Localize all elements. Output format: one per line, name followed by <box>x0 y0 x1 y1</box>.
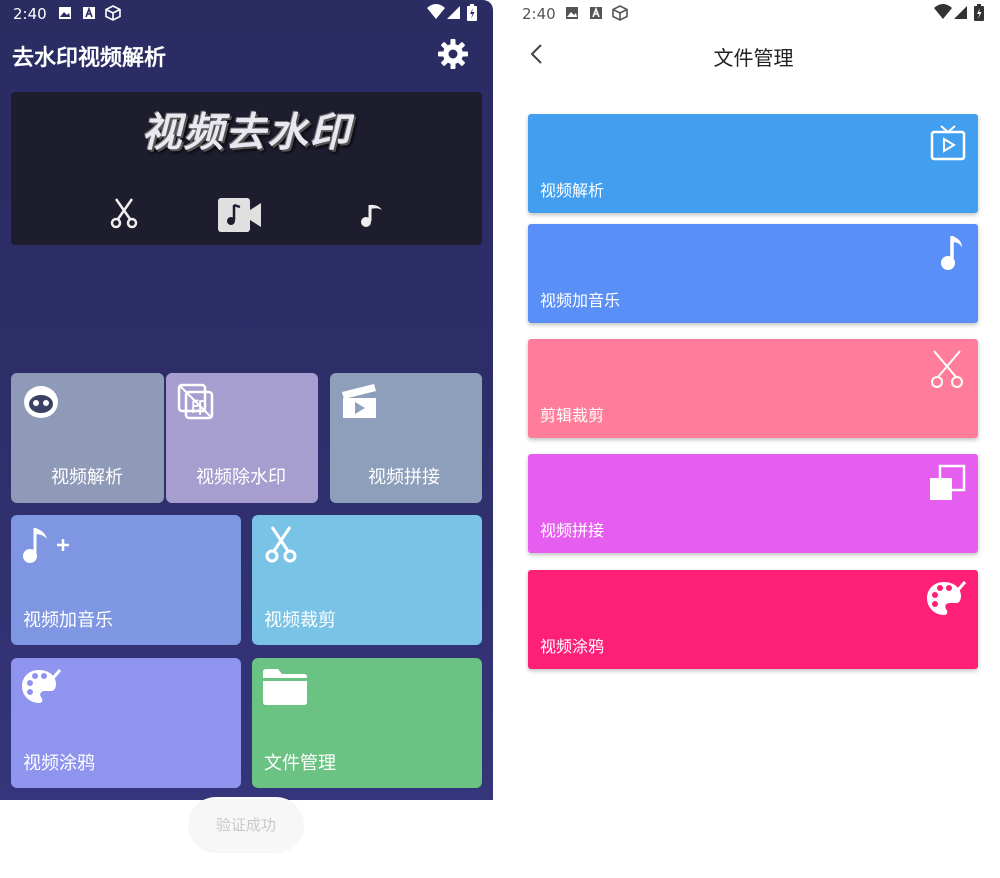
card-clip-crop[interactable]: 剪辑裁剪 <box>528 339 978 438</box>
tile-label: 视频涂鸦 <box>23 753 95 774</box>
a-notification-icon <box>83 6 95 19</box>
tv-play-icon <box>930 125 966 161</box>
card-label: 剪辑裁剪 <box>540 406 605 425</box>
tile-video-join[interactable]: 视频拼接 <box>330 373 482 503</box>
folder-icon <box>263 669 307 705</box>
mascot-face-icon <box>24 386 58 418</box>
battery-icon <box>467 4 477 21</box>
tile-label: 视频裁剪 <box>264 610 336 631</box>
banner-scissors-icon <box>110 198 138 229</box>
card-label: 视频解析 <box>540 181 605 200</box>
banner-video-music-icon <box>218 198 261 232</box>
tile-video-crop[interactable]: 视频裁剪 <box>252 515 482 645</box>
music-note-icon <box>941 236 962 270</box>
card-label: 视频涂鸦 <box>540 637 605 656</box>
clapperboard-icon <box>342 384 376 418</box>
status-bar: 2:40 <box>507 0 1000 28</box>
tile-label: 文件管理 <box>264 753 336 774</box>
cube-notification-icon <box>612 5 628 21</box>
card-label: 视频拼接 <box>540 521 605 540</box>
banner-music-icon <box>361 204 382 227</box>
tile-label: 视频解析 <box>51 467 123 488</box>
tile-add-music[interactable]: 视频加音乐 <box>11 515 241 645</box>
scissors-icon <box>931 350 963 388</box>
tile-remove-watermark[interactable]: 印 视频除水印 <box>166 373 318 503</box>
svg-text:印: 印 <box>191 398 207 417</box>
toast-message: 验证成功 <box>188 797 304 853</box>
card-video-join[interactable]: 视频拼接 <box>528 454 978 553</box>
banner-title: 视频去水印 <box>141 109 352 156</box>
image-notification-icon <box>59 7 71 19</box>
tile-video-parse[interactable]: 视频解析 <box>11 373 164 503</box>
music-plus-icon <box>23 528 69 563</box>
home-screen: 2:40 去水印视频解析 视频去水印 视频解析 印 视频除水印 视频拼接 视频加… <box>0 0 493 800</box>
overlap-squares-icon <box>930 464 966 500</box>
tile-file-manager[interactable]: 文件管理 <box>252 658 482 788</box>
wifi-icon <box>427 4 445 19</box>
watermark-stamp-icon: 印 <box>177 383 214 420</box>
a-notification-icon <box>590 6 602 19</box>
signal-icon <box>447 6 460 19</box>
signal-icon <box>954 6 967 19</box>
cube-notification-icon <box>105 5 121 21</box>
file-manager-screen: 2:40 文件管理 视频解析 视频加音乐 剪辑裁剪 视频拼接 视频涂鸦 <box>507 0 1000 878</box>
card-label: 视频加音乐 <box>540 291 621 310</box>
tile-label: 视频拼接 <box>368 467 440 488</box>
page-title: 文件管理 <box>713 46 794 70</box>
wifi-icon <box>934 4 952 19</box>
status-bar: 2:40 <box>0 0 493 28</box>
status-time: 2:40 <box>13 5 47 23</box>
settings-gear-icon[interactable] <box>437 38 469 70</box>
tile-label: 视频除水印 <box>196 467 286 488</box>
status-time: 2:40 <box>522 5 556 23</box>
image-notification-icon <box>566 7 578 19</box>
battery-icon <box>974 4 984 21</box>
card-add-music[interactable]: 视频加音乐 <box>528 224 978 323</box>
palette-icon <box>927 581 966 615</box>
app-title: 去水印视频解析 <box>12 46 167 71</box>
tile-label: 视频加音乐 <box>23 610 113 631</box>
card-video-doodle[interactable]: 视频涂鸦 <box>528 570 978 669</box>
tile-video-doodle[interactable]: 视频涂鸦 <box>11 658 241 788</box>
scissors-icon <box>265 526 297 563</box>
palette-icon <box>22 669 61 703</box>
card-video-parse[interactable]: 视频解析 <box>528 114 978 213</box>
